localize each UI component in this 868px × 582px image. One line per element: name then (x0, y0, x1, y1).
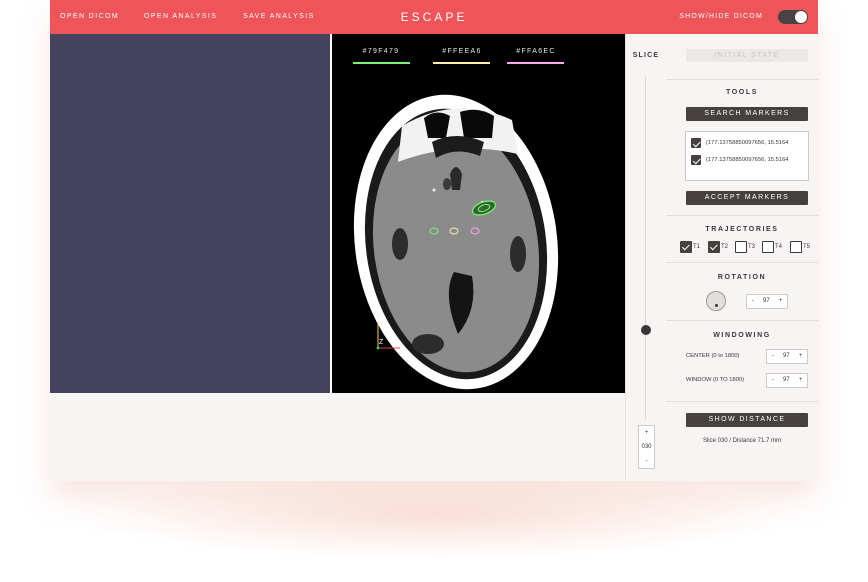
marker-item: (177.13758850097656, 15.5164 (691, 155, 789, 167)
rotation-stepper: - 97 + (746, 294, 788, 309)
app-shadow-glow (70, 470, 800, 560)
marker-checkbox-1[interactable] (691, 138, 701, 148)
trajectory-label: T4 (775, 244, 783, 250)
tools-panel: INITIAL STATE TOOLS SEARCH MARKERS (177.… (666, 34, 818, 481)
search-markers-button[interactable]: SEARCH MARKERS (686, 107, 808, 121)
center-increment-button[interactable]: + (799, 353, 803, 359)
markers-list: (177.13758850097656, 15.5164 (177.137588… (685, 131, 809, 181)
slice-label: SLICE (632, 52, 660, 59)
trajectory-label: T5 (803, 244, 811, 250)
rotation-increment-button[interactable]: + (779, 298, 783, 304)
slice-value[interactable]: 030 (639, 440, 654, 454)
trajectory-t3[interactable]: T3 (735, 241, 755, 253)
marker-item: (177.13758850097656, 15.5164 (691, 138, 789, 150)
rotation-knob[interactable] (706, 291, 726, 311)
ct-slice-image (353, 94, 559, 390)
window-increment-button[interactable]: + (799, 377, 803, 383)
marker-checkbox-2[interactable] (691, 155, 701, 165)
window-decrement-button[interactable]: - (772, 377, 774, 383)
window-label: WINDOW (0 TO 1800) (686, 377, 745, 383)
top-bar: OPEN DICOM OPEN ANALYSIS SAVE ANALYSIS E… (50, 0, 818, 34)
left-viewport[interactable] (50, 34, 330, 393)
window-value[interactable]: 97 (783, 377, 790, 383)
slice-stepper: + 030 - (638, 425, 655, 469)
slice-slider-track[interactable] (645, 76, 646, 420)
center-label: CENTER (0 to 1800) (686, 353, 740, 359)
rotation-title: ROTATION (717, 274, 767, 281)
tools-title: TOOLS (726, 89, 758, 96)
slice-control: SLICE + 030 - (625, 34, 667, 481)
trajectory-t1[interactable]: T1 (680, 241, 700, 253)
window-stepper: - 97 + (766, 373, 808, 388)
trajectory-label: T1 (693, 244, 701, 250)
slice-distance-status: Slice 030 / Distance 71.7 mm (702, 438, 782, 444)
trajectory-t5[interactable]: T5 (790, 241, 810, 253)
rotation-knob-indicator (715, 304, 718, 307)
initial-state-button[interactable]: INITIAL STATE (686, 49, 808, 62)
show-hide-dicom-label: SHOW/HIDE DICOM (679, 13, 763, 20)
windowing-title: WINDOWING (713, 332, 771, 339)
trajectory-t2[interactable]: T2 (708, 241, 728, 253)
trajectories-title: TRAJECTORIES (705, 226, 779, 233)
trajectory-checkbox[interactable] (762, 241, 774, 253)
center-value[interactable]: 97 (783, 353, 790, 359)
trajectory-checkbox[interactable] (790, 241, 802, 253)
rotation-decrement-button[interactable]: - (752, 298, 754, 304)
marker-coordinates: (177.13758850097656, 15.5164 (706, 157, 789, 163)
axis-z-label: Z (379, 339, 384, 346)
slice-decrement-button[interactable]: - (639, 454, 654, 468)
rotation-section: ROTATION (666, 262, 818, 321)
slice-increment-button[interactable]: + (639, 426, 654, 440)
rotation-value[interactable]: 97 (763, 298, 770, 304)
trajectory-label: T2 (721, 244, 729, 250)
trajectory-checkbox[interactable] (735, 241, 747, 253)
dicom-viewport[interactable]: #79F479 #FFEEA6 #FFA6EC Z (332, 34, 625, 393)
marker-coordinates: (177.13758850097656, 15.5164 (706, 140, 789, 146)
trajectory-t4[interactable]: T4 (762, 241, 782, 253)
toggle-knob (795, 11, 807, 23)
trajectory-label: T3 (748, 244, 756, 250)
accept-markers-button[interactable]: ACCEPT MARKERS (686, 191, 808, 205)
show-distance-button[interactable]: SHOW DISTANCE (686, 413, 808, 427)
trajectory-checkbox[interactable] (680, 241, 692, 253)
center-decrement-button[interactable]: - (772, 353, 774, 359)
show-hide-dicom-toggle[interactable] (778, 10, 808, 24)
app-window: OPEN DICOM OPEN ANALYSIS SAVE ANALYSIS E… (50, 0, 818, 481)
center-stepper: - 97 + (766, 349, 808, 364)
lower-empty-area (50, 393, 625, 481)
trajectory-checkbox[interactable] (708, 241, 720, 253)
trajectories-section: TRAJECTORIES (666, 215, 818, 263)
slice-slider-handle[interactable] (641, 325, 651, 335)
